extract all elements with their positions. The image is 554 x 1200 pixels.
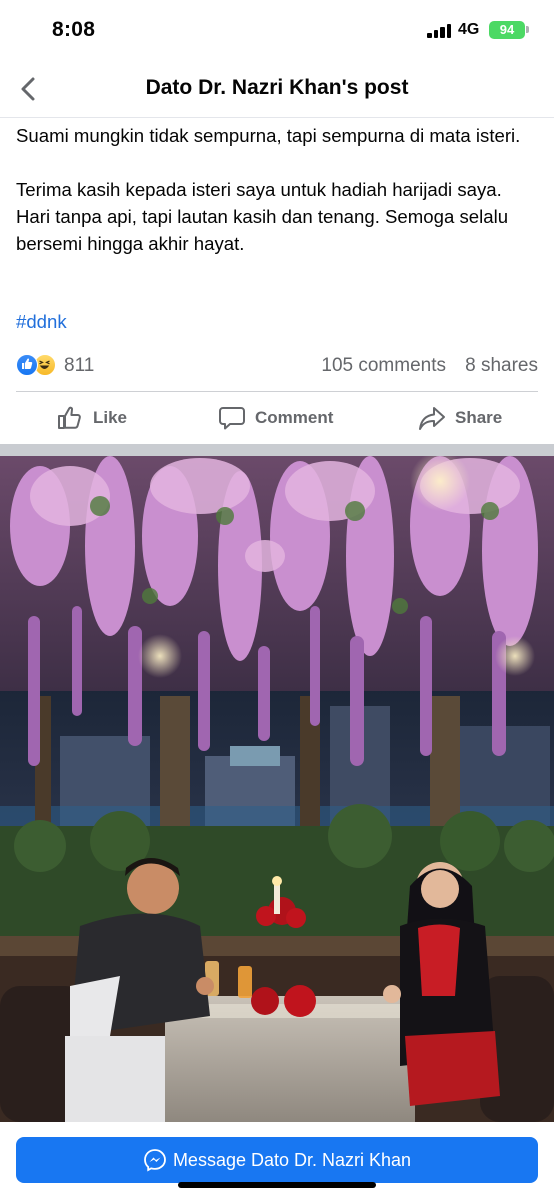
message-bar: Message Dato Dr. Nazri Khan xyxy=(0,1122,554,1200)
reactions-summary[interactable]: 811 105 comments 8 shares xyxy=(16,351,538,381)
comment-button[interactable]: Comment xyxy=(218,404,333,432)
share-button[interactable]: Share xyxy=(418,404,502,432)
section-separator xyxy=(0,444,554,456)
hashtag-link[interactable]: #ddnk xyxy=(16,311,67,333)
reaction-count: 811 xyxy=(64,355,95,376)
page-title: Dato Dr. Nazri Khan's post xyxy=(145,76,409,99)
post-body: Suami mungkin tidak sempurna, tapi sempu… xyxy=(16,122,541,257)
battery-icon: 94 xyxy=(489,21,525,39)
battery-tip xyxy=(526,26,529,33)
post-paragraph-1: Suami mungkin tidak sempurna, tapi sempu… xyxy=(16,125,521,146)
post-header: Dato Dr. Nazri Khan's post xyxy=(0,60,554,118)
comment-label: Comment xyxy=(255,408,334,427)
shares-count[interactable]: 8 shares xyxy=(465,355,538,377)
comment-icon xyxy=(219,407,245,430)
like-reaction-icon xyxy=(16,354,38,376)
messenger-icon xyxy=(144,1149,166,1172)
comments-count[interactable]: 105 comments xyxy=(321,355,446,377)
thumbs-up-icon xyxy=(58,406,81,429)
signal-icon xyxy=(427,24,453,38)
post-actions: Like Comment Share xyxy=(0,392,554,444)
post-paragraph-2: Terima kasih kepada isteri saya untuk ha… xyxy=(16,179,509,254)
message-button[interactable]: Message Dato Dr. Nazri Khan xyxy=(16,1137,538,1183)
share-label: Share xyxy=(455,408,503,427)
post-photo[interactable] xyxy=(0,456,554,1122)
reaction-icons xyxy=(16,354,62,378)
share-icon xyxy=(419,407,445,430)
like-button[interactable]: Like xyxy=(56,404,127,432)
home-indicator xyxy=(178,1182,376,1188)
status-bar: 8:08 4G 94 xyxy=(0,0,554,60)
like-label: Like xyxy=(93,408,128,427)
status-time: 8:08 xyxy=(52,18,96,41)
message-button-label: Message Dato Dr. Nazri Khan xyxy=(172,1149,412,1170)
network-type: 4G xyxy=(458,21,480,38)
